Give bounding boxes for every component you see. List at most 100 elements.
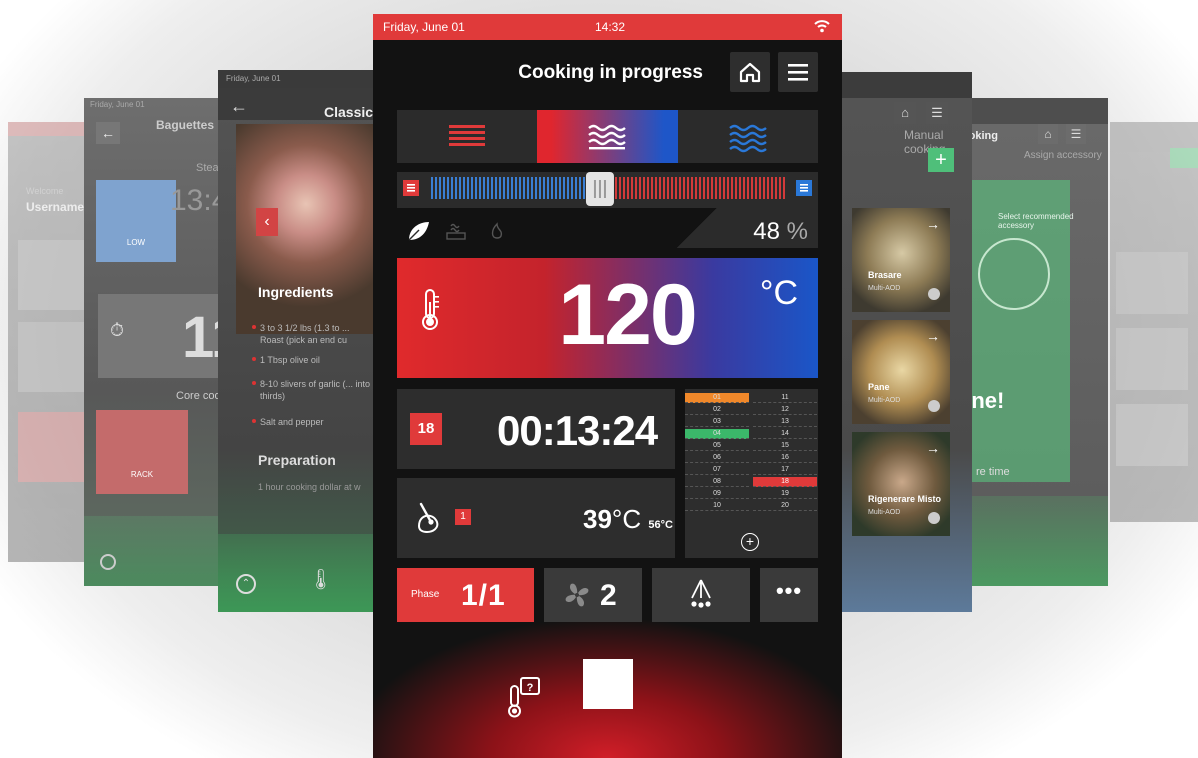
home-button[interactable] <box>730 52 770 92</box>
timer-value: 00:13:24 <box>497 407 658 454</box>
ingredient-item: 3 to 3 1/2 lbs (1.3 to ... Roast (pick a… <box>252 322 372 346</box>
rack-slot[interactable]: 13 <box>753 417 817 427</box>
timer-panel[interactable]: 18 00:13:24 <box>397 389 675 469</box>
wifi-icon <box>814 20 830 33</box>
home-icon: ⌂ <box>894 102 916 124</box>
flame-icon <box>491 222 503 239</box>
rack-slot[interactable]: 05 <box>685 441 749 451</box>
recipe-mode: Multi-AOD <box>868 285 901 292</box>
rack-slot[interactable]: 08 <box>685 477 749 487</box>
chevron-left-icon: ‹ <box>256 208 278 236</box>
humidity-slider[interactable] <box>397 172 818 208</box>
arrow-right-icon: → <box>926 216 940 232</box>
rack-slot[interactable]: 15 <box>753 441 817 451</box>
ghost-tile <box>1116 404 1188 466</box>
rack-slot[interactable]: 03 <box>685 417 749 427</box>
dry-heat-icon <box>449 125 485 146</box>
rack-slot[interactable]: 07 <box>685 465 749 475</box>
ghost-recommended: Select recommended accessory <box>998 212 1074 230</box>
rack-slot[interactable]: 14 <box>753 429 817 439</box>
rack-number-badge: 18 <box>410 413 442 445</box>
rack-slot[interactable]: 20 <box>753 501 817 511</box>
back-arrow-icon: ← <box>230 96 248 116</box>
rack-slot[interactable]: 18 <box>753 477 817 487</box>
home-icon: ⌂ <box>1038 124 1058 144</box>
ingredient-item: Salt and pepper <box>252 416 372 428</box>
arrow-right-icon: → <box>926 328 940 344</box>
add-rack-icon[interactable]: + <box>741 533 759 551</box>
thermometer-down-icon: 🌡 <box>308 569 334 591</box>
panel-cutout <box>677 208 717 248</box>
rack-slot[interactable]: 11 <box>753 393 817 403</box>
stop-button[interactable] <box>583 659 633 709</box>
rack-slot[interactable]: 16 <box>753 453 817 463</box>
probe-help-icon[interactable]: ? <box>507 676 543 720</box>
steam-tray-icon <box>446 223 466 240</box>
ghost-low-tile: LOW <box>96 180 176 262</box>
rack-slot[interactable]: 19 <box>753 489 817 499</box>
ghost-screen-manual: ⌂ ☰ Manual cooking + → Brasare Multi-AOD… <box>842 72 972 612</box>
ghost-check-icon <box>978 238 1050 310</box>
page-title: Cooking in progress <box>518 62 703 83</box>
steam-wave-icon <box>729 124 767 153</box>
thermometer-icon <box>422 289 439 330</box>
radio-icon <box>928 400 940 412</box>
mode-combi-button[interactable] <box>537 110 678 163</box>
rack-slot[interactable]: 06 <box>685 453 749 463</box>
ghost-time: re time <box>976 466 1010 478</box>
core-temp-value: 39 <box>583 504 612 534</box>
core-temperature: 39°C 56°C <box>583 504 673 535</box>
rack-slot[interactable]: 09 <box>685 489 749 499</box>
rack-slot[interactable]: 12 <box>753 405 817 415</box>
ghost-tile <box>18 412 88 482</box>
home-icon <box>739 62 761 83</box>
rack-slot[interactable]: 02 <box>685 405 749 415</box>
rack-selector[interactable]: 01 11 02 12 03 13 04 14 05 15 06 16 07 17 08 18 09 19 10 20… <box>685 389 818 558</box>
cooking-mode-bar <box>397 110 818 163</box>
ghost-green-button <box>1170 148 1198 168</box>
recipe-card: → Brasare Multi-AOD <box>852 208 950 312</box>
rack-slot[interactable]: 10 <box>685 501 749 511</box>
recipe-name: Brasare <box>868 270 902 280</box>
mode-steam-button[interactable] <box>678 110 818 163</box>
ghost-tile <box>18 322 88 392</box>
status-time: 14:32 <box>595 20 626 34</box>
recipe-name: Rigenerare Misto <box>868 494 942 504</box>
phase-value: 1/1 <box>461 579 506 612</box>
humidity-readout: 48 % <box>753 218 808 246</box>
mode-icons-row <box>408 222 503 241</box>
fan-icon <box>565 583 589 607</box>
menu-icon: ☰ <box>926 102 948 124</box>
phase-button[interactable]: Phase 1/1 <box>397 568 534 622</box>
recipe-mode: Multi-AOD <box>868 397 901 404</box>
ghost-tile <box>1116 252 1188 314</box>
menu-button[interactable] <box>778 52 818 92</box>
ingredient-item: 1 Tbsp olive oil <box>252 354 372 366</box>
ghost-screen-classic: Friday, June 01 ← Classic ‹ Ingredients … <box>218 70 378 612</box>
menu-icon: ☰ <box>1066 124 1086 144</box>
ghost-username: Username <box>26 200 85 214</box>
ghost-footer <box>218 534 378 612</box>
core-temp-unit: °C <box>611 504 642 534</box>
shower-icon <box>691 579 711 608</box>
arrow-right-icon: → <box>926 440 940 456</box>
mode-convection-button[interactable] <box>397 110 537 163</box>
preparation-text: 1 hour cooking dollar at w <box>258 482 361 492</box>
fan-speed-button[interactable]: 2 <box>544 568 642 622</box>
core-probe-icon <box>417 502 439 534</box>
ingredient-item: 8-10 slivers of garlic (... into thirds) <box>252 379 371 401</box>
rack-slot[interactable]: 01 <box>685 393 749 403</box>
rack-slot[interactable]: 04 <box>685 429 749 439</box>
ghost-welcome: Welcome <box>26 186 64 196</box>
rack-slot[interactable]: 17 <box>753 465 817 475</box>
ghost-up-icon <box>100 554 116 570</box>
more-options-button[interactable]: ••• <box>760 568 818 622</box>
ghost-screen-far-right <box>1110 122 1198 522</box>
core-probe-panel[interactable]: 1 39°C 56°C <box>397 478 675 558</box>
ghost-title: Classic <box>324 104 374 120</box>
ghost-low-label: LOW <box>126 238 146 247</box>
temperature-panel[interactable]: 120 °C <box>397 258 818 378</box>
ghost-status-bar <box>842 72 972 98</box>
oven-control-screen: Friday, June 01 14:32 Cooking in progres… <box>373 14 842 758</box>
shower-button[interactable] <box>652 568 750 622</box>
